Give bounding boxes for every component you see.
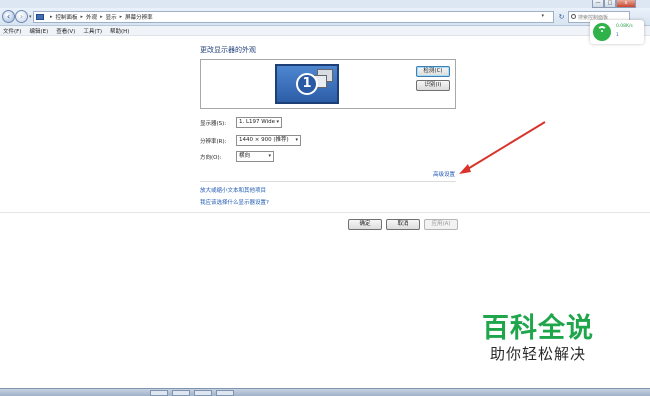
taskbar-item[interactable] bbox=[172, 390, 190, 396]
watermark-subtitle: 助你轻松解决 bbox=[490, 345, 587, 363]
watermark-title: 百科全说 bbox=[482, 313, 594, 344]
taskbar-item[interactable] bbox=[150, 390, 168, 396]
arrow-head bbox=[459, 164, 471, 174]
taskbar-item[interactable] bbox=[216, 390, 234, 396]
taskbar-item[interactable] bbox=[194, 390, 212, 396]
taskbar bbox=[0, 388, 650, 396]
arrow-shaft bbox=[465, 121, 546, 171]
